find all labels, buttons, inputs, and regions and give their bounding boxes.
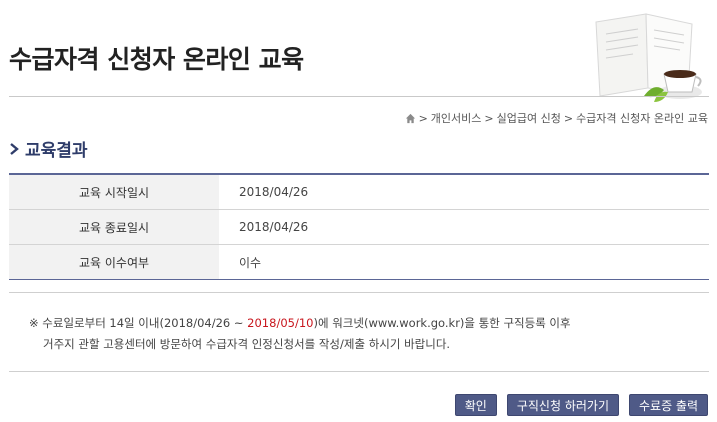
notice-line-1: ※ 수료일로부터 14일 이내(2018/04/26 ~ 2018/05/10)… (29, 313, 709, 334)
page-title: 수급자격 신청자 온라인 교육 (9, 45, 304, 74)
print-certificate-button[interactable]: 수료증 출력 (628, 394, 708, 416)
row-value-start-date: 2018/04/26 (219, 174, 709, 210)
row-label-end-date: 교육 종료일시 (9, 209, 219, 245)
notice-prefix: ※ 수료일로부터 14일 이내(2018/04/26 ~ (29, 316, 248, 330)
notice-site-name: 워크넷 (332, 316, 364, 330)
book-coffee-illustration (595, 13, 702, 102)
breadcrumb: > 개인서비스 > 실업급여 신청 > 수급자격 신청자 온라인 교육 (405, 110, 708, 126)
breadcrumb-separator: > (418, 111, 428, 125)
job-application-button[interactable]: 구직신청 하러가기 (506, 394, 619, 416)
section-title: 교육결과 (25, 141, 88, 161)
breadcrumb-item-unemployment-benefit[interactable]: 실업급여 신청 (497, 110, 561, 126)
action-buttons: 확인 구직신청 하러가기 수료증 출력 (454, 394, 708, 416)
notice-suffix: (www.work.go.kr)을 통한 구직등록 이후 (363, 316, 571, 330)
breadcrumb-item-personal-service[interactable]: 개인서비스 (431, 110, 482, 126)
table-row: 교육 종료일시 2018/04/26 (9, 209, 709, 245)
chevron-right-icon (10, 142, 19, 155)
notice-deadline: 2018/05/10 (247, 316, 314, 330)
notice-line-2: 거주지 관할 고용센터에 방문하여 수급자격 인정신청서를 작성/제출 하시기 … (43, 337, 451, 351)
title-divider (9, 96, 709, 97)
section-heading: 교육결과 (9, 136, 88, 161)
notice-box: ※ 수료일로부터 14일 이내(2018/04/26 ~ 2018/05/10)… (9, 292, 709, 372)
table-row: 교육 시작일시 2018/04/26 (9, 174, 709, 210)
breadcrumb-separator: > (563, 111, 574, 125)
row-value-completion: 이수 (239, 255, 262, 270)
confirm-button[interactable]: 확인 (454, 394, 497, 416)
row-label-completion: 교육 이수여부 (9, 244, 219, 280)
row-value-end-date: 2018/04/26 (219, 209, 709, 245)
breadcrumb-item-current-page: 수급자격 신청자 온라인 교육 (576, 112, 708, 125)
table-row: 교육 이수여부 이수 (9, 244, 709, 280)
notice-middle: )에 (313, 316, 333, 330)
row-label-start-date: 교육 시작일시 (9, 174, 219, 210)
education-result-table: 교육 시작일시 2018/04/26 교육 종료일시 2018/04/26 교육… (9, 173, 709, 280)
home-icon[interactable] (405, 113, 416, 124)
breadcrumb-separator: > (484, 111, 494, 125)
